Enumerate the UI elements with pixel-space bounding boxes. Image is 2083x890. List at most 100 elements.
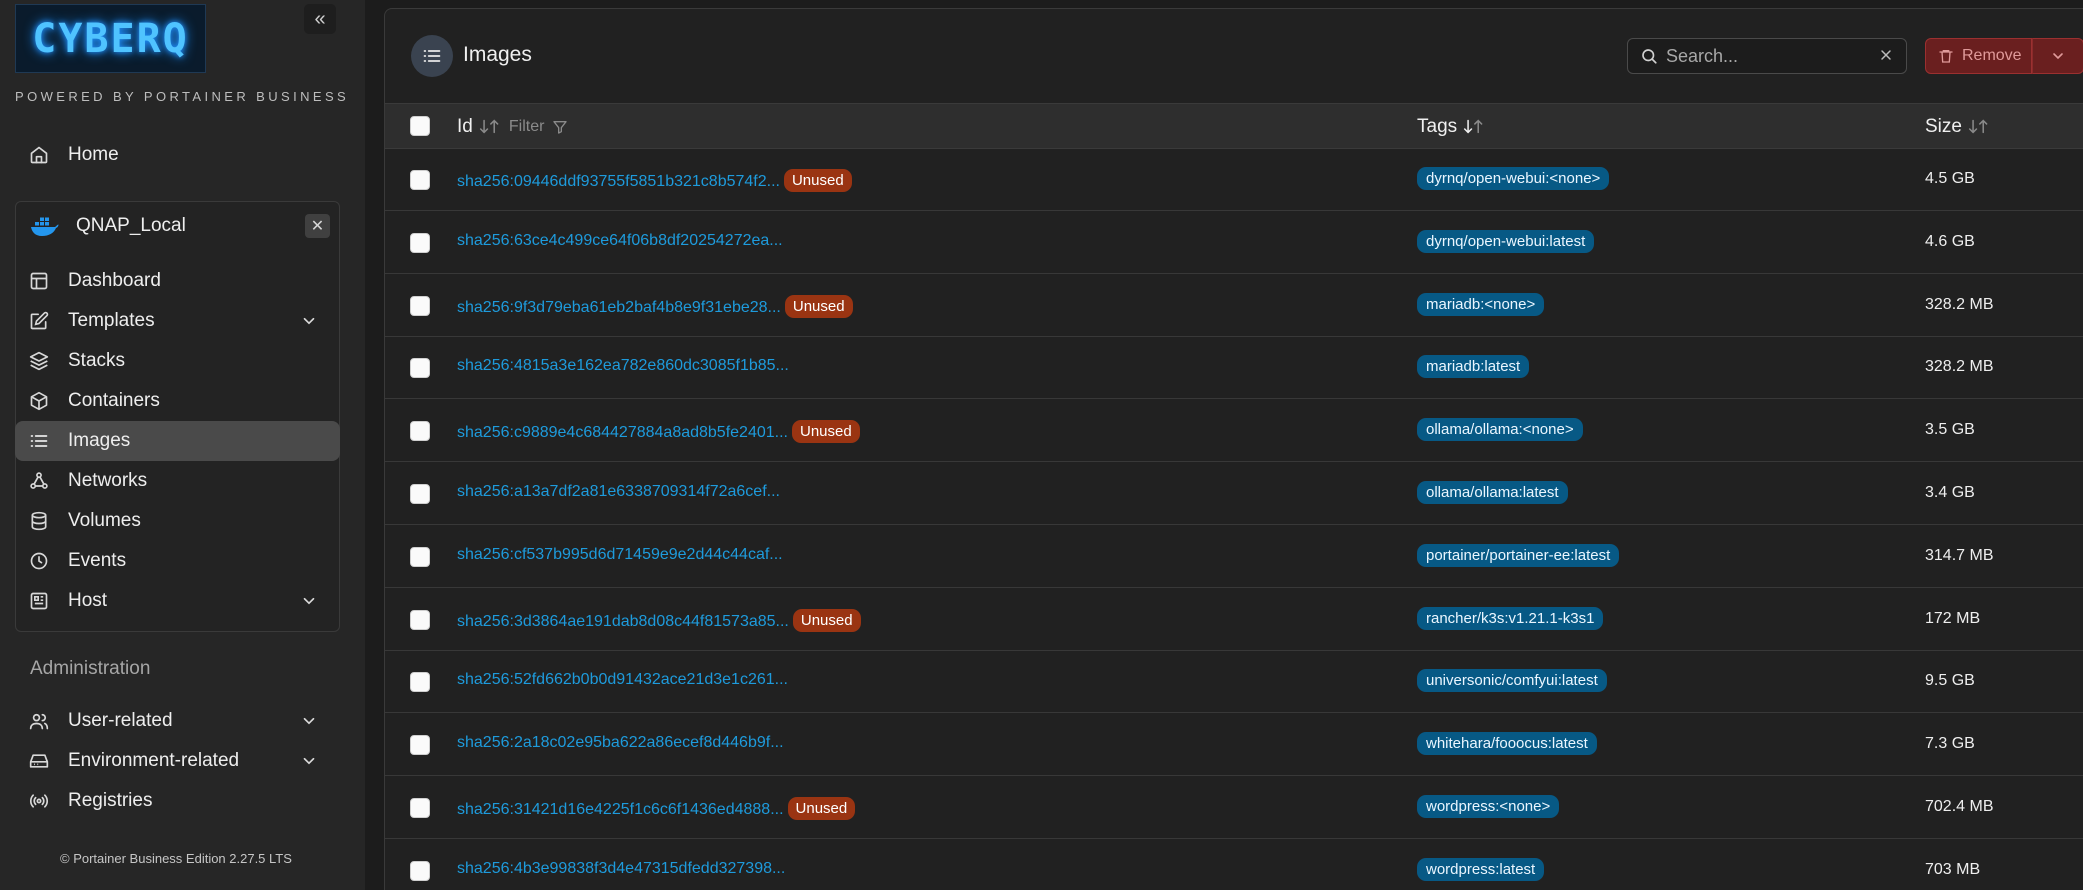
sort-descending-icon[interactable] (1463, 118, 1485, 136)
column-header-size[interactable]: Size (1925, 116, 1990, 138)
table-row: sha256:2a18c02e95ba622a86ecef8d446b9f...… (385, 714, 2083, 777)
image-size: 9.5 GB (1925, 672, 1975, 690)
administration-heading: Administration (30, 658, 151, 679)
layers-icon (29, 351, 49, 371)
image-tag-badge: ollama/ollama:latest (1417, 481, 1568, 504)
page-title: Images (463, 43, 532, 66)
clock-icon (29, 551, 49, 571)
docker-icon (30, 214, 60, 238)
image-id-cell: sha256:3d3864ae191dab8d08c44f81573a85...… (457, 608, 861, 632)
unused-badge: Unused (792, 608, 861, 632)
column-header-tags[interactable]: Tags (1417, 116, 1485, 138)
chevron-down-icon (300, 592, 318, 610)
host-icon (29, 591, 49, 611)
list-icon (29, 431, 49, 451)
sort-icon[interactable] (479, 118, 501, 136)
unused-badge: Unused (787, 797, 856, 820)
sidebar-item-home[interactable]: Home (15, 135, 340, 175)
row-checkbox[interactable] (410, 421, 430, 442)
image-tag-badge: universonic/comfyui:latest (1417, 669, 1607, 693)
row-checkbox[interactable] (410, 860, 430, 881)
chevron-down-icon (2050, 48, 2066, 64)
sidebar-item-host[interactable]: Host (15, 581, 340, 621)
image-id-link[interactable]: sha256:9f3d79eba61eb2baf4b8e9f31ebe28... (457, 299, 781, 316)
sidebar-item-environment-related[interactable]: Environment-related (15, 741, 340, 781)
sidebar-item-networks[interactable]: Networks (15, 461, 340, 501)
search-box[interactable] (1627, 38, 1907, 74)
image-tag-badge: ollama/ollama:<none> (1417, 418, 1583, 442)
image-size: 328.2 MB (1925, 358, 1994, 376)
image-size: 4.6 GB (1925, 232, 1975, 250)
sidebar-item-images[interactable]: Images (15, 421, 340, 461)
row-checkbox[interactable] (410, 484, 430, 504)
filter-icon (548, 119, 568, 135)
image-id-cell: sha256:c9889e4c684427884a8ad8b5fe2401...… (457, 420, 860, 444)
network-icon (29, 471, 49, 491)
image-size: 3.5 GB (1925, 421, 1975, 439)
filter-button[interactable]: Filter (509, 118, 568, 136)
table-header: Id Filter Tags Size (385, 103, 2083, 149)
image-size: 4.5 GB (1925, 170, 1975, 187)
image-id-link[interactable]: sha256:cf537b995d6d71459e9e2d44c44caf... (457, 546, 783, 563)
image-id-link[interactable]: sha256:3d3864ae191dab8d08c44f81573a85... (457, 613, 789, 630)
image-id-link[interactable]: sha256:c9889e4c684427884a8ad8b5fe2401... (457, 424, 788, 441)
powered-by-text: POWERED BY PORTAINER BUSINESS (15, 89, 350, 104)
row-checkbox[interactable] (410, 672, 430, 693)
sort-icon[interactable] (1968, 118, 1990, 136)
chevron-down-icon (300, 312, 318, 330)
table-row: sha256:31421d16e4225f1c6c6f1436ed4888...… (385, 777, 2083, 839)
row-checkbox[interactable] (410, 546, 430, 567)
environment-close-button[interactable]: ✕ (305, 214, 330, 238)
image-tag-badge: wordpress:<none> (1417, 795, 1560, 818)
database-icon (29, 511, 49, 531)
image-size: 172 MB (1925, 609, 1981, 627)
row-checkbox[interactable] (410, 609, 430, 630)
row-checkbox[interactable] (410, 735, 430, 756)
cyberq-logo[interactable]: CYBERQ (15, 4, 206, 73)
remove-button[interactable]: Remove (1925, 38, 2032, 74)
collapse-sidebar-button[interactable]: « (304, 4, 336, 34)
sidebar-item-user-related[interactable]: User-related (15, 701, 340, 741)
sidebar-item-registries[interactable]: Registries (15, 781, 340, 821)
column-header-id[interactable]: Id Filter (457, 116, 568, 138)
image-tag-badge: mariadb:<none> (1417, 292, 1545, 316)
sidebar-item-events[interactable]: Events (15, 541, 340, 581)
row-checkbox[interactable] (410, 798, 430, 818)
image-id-link[interactable]: sha256:09446ddf93755f5851b321c8b574f2... (457, 173, 780, 190)
image-id-link[interactable]: sha256:52fd662b0b0d91432ace21d3e1c261... (457, 671, 788, 688)
radio-icon (29, 791, 49, 811)
edit-icon (29, 311, 49, 331)
image-size: 314.7 MB (1925, 546, 1994, 564)
sidebar-item-stacks[interactable]: Stacks (15, 341, 340, 381)
select-all-checkbox[interactable] (410, 116, 430, 136)
image-id-link[interactable]: sha256:4b3e99838f3d4e47315dfedd327398... (457, 860, 785, 877)
chevron-down-icon (300, 712, 318, 730)
table-row: sha256:52fd662b0b0d91432ace21d3e1c261...… (385, 651, 2083, 714)
sidebar-item-volumes[interactable]: Volumes (15, 501, 340, 541)
unused-badge: Unused (783, 169, 852, 192)
image-tag-badge: dyrnq/open-webui:latest (1417, 229, 1595, 253)
search-input[interactable] (1666, 45, 1876, 67)
image-size: 3.4 GB (1925, 484, 1975, 501)
sidebar-item-dashboard[interactable]: Dashboard (15, 261, 340, 301)
environment-header[interactable]: QNAP_Local (15, 205, 340, 247)
image-id-cell: sha256:4b3e99838f3d4e47315dfedd327398... (457, 860, 785, 878)
sidebar-item-templates[interactable]: Templates (15, 301, 340, 341)
row-checkbox[interactable] (410, 232, 430, 253)
row-checkbox[interactable] (410, 295, 430, 316)
image-id-link[interactable]: sha256:31421d16e4225f1c6c6f1436ed4888... (457, 801, 784, 818)
row-checkbox[interactable] (410, 170, 430, 190)
image-id-link[interactable]: sha256:4815a3e162ea782e860dc3085f1b85... (457, 357, 789, 374)
image-id-cell: sha256:2a18c02e95ba622a86ecef8d446b9f... (457, 734, 784, 752)
images-panel: Images Remove Id Filter Tags Size sha256… (384, 8, 2083, 890)
image-id-cell: sha256:52fd662b0b0d91432ace21d3e1c261... (457, 671, 788, 689)
home-icon (29, 145, 49, 165)
table-row: sha256:c9889e4c684427884a8ad8b5fe2401...… (385, 400, 2083, 463)
sidebar-item-containers[interactable]: Containers (15, 381, 340, 421)
image-id-link[interactable]: sha256:2a18c02e95ba622a86ecef8d446b9f... (457, 734, 784, 751)
remove-options-button[interactable] (2032, 38, 2083, 74)
row-checkbox[interactable] (410, 358, 430, 379)
clear-search-icon[interactable] (1878, 47, 1894, 63)
image-id-link[interactable]: sha256:a13a7df2a81e6338709314f72a6cef... (457, 483, 780, 500)
image-id-link[interactable]: sha256:63ce4c499ce64f06b8df20254272ea... (457, 232, 783, 249)
